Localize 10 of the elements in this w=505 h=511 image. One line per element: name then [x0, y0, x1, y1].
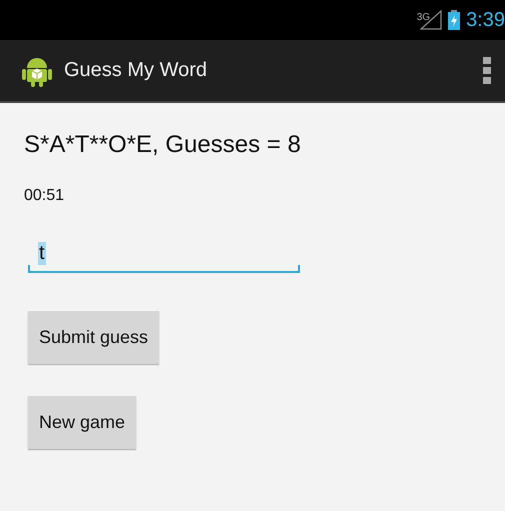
overflow-menu-icon[interactable]	[483, 56, 491, 84]
battery-icon	[448, 10, 460, 30]
app-title: Guess My Word	[64, 59, 208, 82]
network-type: 3G	[416, 12, 430, 23]
guess-field[interactable]: t	[28, 233, 300, 273]
clock-time: 3:39	[466, 8, 505, 32]
new-game-button[interactable]: New game	[28, 396, 136, 449]
submit-button[interactable]: Submit guess	[28, 311, 160, 364]
timer: 00:51	[24, 187, 64, 205]
word-status: S*A*T**O*E, Guesses = 8	[24, 131, 301, 159]
